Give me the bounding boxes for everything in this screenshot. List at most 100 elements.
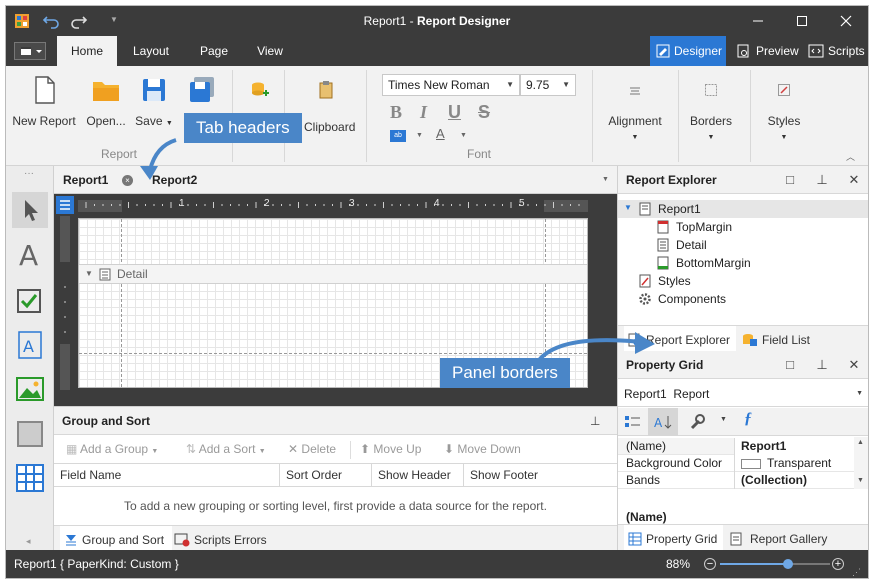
bold-icon[interactable]: B (390, 102, 402, 123)
delete-button[interactable]: ✕ Delete (288, 441, 336, 457)
save-all-icon[interactable] (186, 74, 218, 106)
tab-list-dropdown-icon[interactable]: ▼ (602, 176, 609, 183)
strikethrough-icon[interactable]: S (478, 102, 490, 123)
move-up-button[interactable]: ⬆ Move Up (360, 441, 421, 457)
collapse-ribbon-icon[interactable]: ︿ (846, 150, 855, 163)
pin-icon[interactable]: ⊥ (590, 407, 600, 435)
alignment-button[interactable]: Alignment ▼ (604, 74, 666, 142)
tree-node-styles[interactable]: Styles (638, 272, 691, 290)
doc-tab-report1[interactable]: Report1 (63, 166, 108, 194)
maximize-button[interactable] (780, 6, 824, 36)
categorized-icon[interactable] (622, 412, 644, 432)
chevron-down-icon[interactable]: ▼ (460, 132, 467, 139)
column-header-show-footer[interactable]: Show Footer (464, 464, 556, 486)
pin-icon[interactable]: ⊥ (812, 166, 832, 194)
property-value[interactable]: Report1 (734, 438, 854, 455)
clipboard-label[interactable]: Clipboard (304, 120, 355, 134)
maximize-panel-icon[interactable]: □ (780, 166, 800, 194)
styles-button[interactable]: Styles ▼ (762, 74, 806, 142)
label-tool[interactable]: A (12, 236, 48, 272)
tab-layout[interactable]: Layout (121, 36, 181, 66)
move-down-label: Move Down (457, 442, 521, 456)
bottom-tab-report-gallery[interactable]: Report Gallery (728, 525, 827, 553)
column-header-show-header[interactable]: Show Header (372, 464, 464, 486)
bottom-tab-field-list[interactable]: Field List (740, 326, 810, 354)
scroll-down-icon[interactable]: ▼ (857, 477, 864, 484)
font-size-combo[interactable]: 9.75 ▼ (520, 74, 576, 96)
resize-grip-icon[interactable]: ⋰ (852, 558, 861, 578)
panel-tool[interactable] (12, 416, 48, 452)
tree-node-components[interactable]: Components (638, 290, 726, 308)
zoom-in-icon[interactable]: + (832, 558, 844, 570)
selector-type: Report (673, 387, 710, 401)
object-selector[interactable]: Report1 Report ▼ (618, 381, 868, 407)
file-menu-button[interactable] (14, 42, 46, 60)
maximize-panel-icon[interactable]: □ (780, 351, 800, 379)
property-value-color[interactable]: Transparent (734, 455, 854, 472)
property-scrollbar[interactable]: ▲ ▼ (854, 437, 868, 489)
close-panel-icon[interactable]: ✕ (844, 351, 864, 379)
property-row-name[interactable]: (Name) Report1 (618, 438, 854, 455)
view-tab-designer[interactable]: Designer (650, 36, 726, 66)
borders-button[interactable]: Borders ▼ (686, 74, 736, 142)
zoom-slider-thumb[interactable] (783, 559, 794, 569)
chevron-down-icon[interactable]: ▼ (720, 416, 727, 423)
move-down-button[interactable]: ⬇ Move Down (444, 441, 521, 457)
property-value[interactable]: (Collection) (734, 472, 854, 489)
property-row-background-color[interactable]: Background Color Transparent (618, 455, 854, 472)
close-button[interactable] (824, 6, 868, 36)
zoom-out-icon[interactable]: − (704, 558, 716, 570)
report-menu-icon[interactable] (56, 196, 74, 214)
bottom-tab-property-grid[interactable]: Property Grid (624, 525, 724, 553)
tab-view[interactable]: View (240, 36, 300, 66)
add-datasource-icon[interactable] (250, 80, 270, 100)
table-tool[interactable] (12, 460, 48, 496)
italic-icon[interactable]: I (420, 102, 427, 123)
tab-page[interactable]: Page (184, 36, 244, 66)
add-sort-button[interactable]: ⇅ Add a Sort ▼ (186, 441, 266, 457)
close-panel-icon[interactable]: ✕ (844, 166, 864, 194)
minimize-button[interactable] (736, 6, 780, 36)
chevron-down-icon: ▼ (151, 448, 159, 455)
highlight-color-icon[interactable]: ab (390, 130, 406, 142)
styles-icon (638, 274, 652, 288)
font-name-combo[interactable]: Times New Roman ▼ (382, 74, 520, 96)
picture-tool[interactable] (12, 372, 48, 408)
pin-icon[interactable]: ⊥ (812, 351, 832, 379)
chevron-down-icon[interactable]: ▼ (416, 132, 423, 139)
pointer-tool[interactable] (12, 192, 48, 228)
expand-icon[interactable]: ▼ (624, 203, 632, 212)
clipboard-icon[interactable] (316, 80, 336, 100)
svg-text:A: A (19, 239, 38, 272)
underline-icon[interactable]: U (448, 102, 461, 123)
tree-node-bottommargin[interactable]: BottomMargin (656, 254, 751, 272)
font-color-icon[interactable]: A (436, 126, 445, 141)
field-list-icon (742, 333, 758, 347)
view-tab-preview[interactable]: Preview (732, 36, 802, 66)
new-report-button[interactable]: New Report (12, 74, 76, 128)
scroll-up-icon[interactable]: ▲ (857, 439, 864, 446)
callout-arrow-panel-borders (537, 332, 655, 362)
add-group-button[interactable]: ▦ Add a Group ▼ (66, 441, 158, 457)
checkbox-tool[interactable] (12, 284, 48, 320)
tree-node-detail[interactable]: Detail (656, 236, 707, 254)
tab-home[interactable]: Home (57, 36, 117, 66)
tree-node-topmargin[interactable]: TopMargin (656, 218, 732, 236)
tree-node-report1[interactable]: Report1 (638, 200, 701, 218)
collapse-band-icon[interactable]: ▼ (85, 265, 93, 283)
toolbox-scroll-icon[interactable]: ◂ (26, 536, 31, 547)
expression-icon[interactable]: ƒ (744, 410, 752, 428)
wrench-icon[interactable] (686, 412, 708, 432)
richtext-tool[interactable]: A (12, 328, 48, 364)
view-tab-scripts[interactable]: Scripts (804, 36, 868, 66)
detail-band-header[interactable]: ▼ Detail (79, 264, 587, 284)
zoom-slider[interactable] (720, 559, 830, 569)
open-button[interactable]: Open... (84, 74, 128, 128)
column-header-field-name[interactable]: Field Name (54, 464, 280, 486)
property-row-bands[interactable]: Bands (Collection) (618, 472, 854, 489)
borders-label: Borders (689, 114, 733, 128)
column-header-sort-order[interactable]: Sort Order (280, 464, 372, 486)
save-button[interactable]: Save ▼ (134, 74, 174, 128)
save-dropdown-icon[interactable]: ▼ (166, 120, 173, 127)
alphabetical-sort-icon[interactable]: A (648, 408, 678, 436)
